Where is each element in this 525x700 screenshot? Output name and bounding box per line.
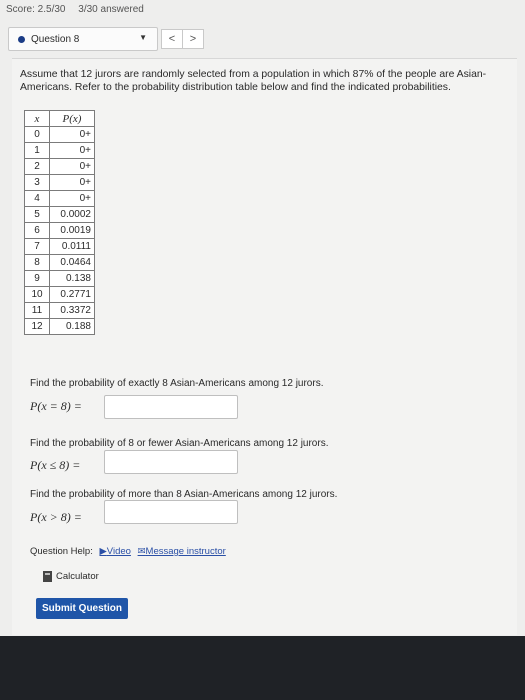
- answer-input-2[interactable]: [104, 450, 238, 474]
- answer-input-1[interactable]: [104, 395, 238, 419]
- calculator-icon: [43, 571, 52, 582]
- status-bar: Score: 2.5/30 3/30 answered: [6, 4, 154, 15]
- question-3-prompt: Find the probability of more than 8 Asia…: [30, 489, 338, 500]
- question-3-expression: P(x > 8) =: [30, 510, 82, 524]
- table-cell-px: 0+: [49, 190, 95, 207]
- previous-question-button[interactable]: <: [161, 29, 183, 49]
- table-row: 11 0.3372: [24, 302, 95, 319]
- table-cell-x: 9: [24, 270, 50, 287]
- table-cell-px: 0+: [49, 158, 95, 175]
- table-cell-px: 0.0019: [49, 222, 95, 239]
- table-cell-px: 0.0464: [49, 254, 95, 271]
- table-cell-px: 0.188: [49, 318, 95, 335]
- table-header-row: x P(x): [24, 110, 95, 127]
- table-row: 7 0.0111: [24, 238, 95, 255]
- table-header-x: x: [24, 110, 50, 127]
- table-cell-x: 1: [24, 142, 50, 159]
- question-label: Question 8: [31, 33, 80, 45]
- table-cell-x: 11: [24, 302, 50, 319]
- message-instructor-link[interactable]: ✉Message instructor: [138, 546, 226, 557]
- question-1-expression: P(x = 8) =: [30, 399, 82, 413]
- table-row: 10 0.2771: [24, 286, 95, 303]
- next-question-icon: >: [189, 33, 197, 45]
- table-cell-x: 7: [24, 238, 50, 255]
- table-cell-px: 0+: [49, 126, 95, 143]
- probability-table: x P(x) 0 0+ 1 0+ 2 0+ 3 0+ 4 0+ 5 0.0002 6 0.0019 7 0.0…: [24, 110, 95, 335]
- table-cell-x: 6: [24, 222, 50, 239]
- table-row: 0 0+: [24, 126, 95, 143]
- table-row: 1 0+: [24, 142, 95, 159]
- previous-question-icon: <: [168, 33, 176, 45]
- question-status-icon: [18, 35, 25, 43]
- video-link[interactable]: ▶Video: [99, 546, 130, 557]
- table-row: 4 0+: [24, 190, 95, 207]
- table-header-px: P(x): [49, 110, 95, 127]
- message-instructor-label: Message instructor: [145, 546, 226, 557]
- table-cell-px: 0.138: [49, 270, 95, 287]
- table-row: 5 0.0002: [24, 206, 95, 223]
- table-cell-px: 0+: [49, 142, 95, 159]
- table-cell-px: 0.0002: [49, 206, 95, 223]
- table-cell-px: 0.0111: [49, 238, 95, 255]
- table-cell-x: 3: [24, 174, 50, 191]
- next-question-button[interactable]: >: [182, 29, 204, 49]
- table-cell-x: 8: [24, 254, 50, 271]
- calculator-button[interactable]: Calculator: [43, 571, 99, 582]
- table-cell-x: 12: [24, 318, 50, 335]
- question-2-prompt: Find the probability of 8 or fewer Asian…: [30, 438, 329, 449]
- table-row: 3 0+: [24, 174, 95, 191]
- submit-question-button[interactable]: Submit Question: [36, 598, 128, 619]
- table-cell-x: 0: [24, 126, 50, 143]
- answered-text: 3/30 answered: [78, 4, 144, 15]
- video-link-label: Video: [106, 546, 131, 557]
- score-text: Score: 2.5/30: [6, 4, 66, 15]
- question-help: Question Help: ▶Video ✉Message instructo…: [30, 546, 226, 557]
- table-row: 8 0.0464: [24, 254, 95, 271]
- question-1-prompt: Find the probability of exactly 8 Asian-…: [30, 378, 324, 389]
- table-cell-px: 0.3372: [49, 302, 95, 319]
- table-row: 12 0.188: [24, 318, 95, 335]
- question-2-expression: P(x ≤ 8) =: [30, 458, 81, 472]
- calculator-label: Calculator: [56, 571, 99, 582]
- question-selector[interactable]: Question 8 ▼: [8, 27, 158, 51]
- table-cell-px: 0+: [49, 174, 95, 191]
- table-row: 2 0+: [24, 158, 95, 175]
- question-help-label: Question Help:: [30, 546, 93, 557]
- chevron-down-icon[interactable]: ▼: [139, 33, 147, 42]
- table-row: 6 0.0019: [24, 222, 95, 239]
- table-cell-x: 5: [24, 206, 50, 223]
- problem-text: Assume that 12 jurors are randomly selec…: [20, 69, 487, 93]
- table-cell-x: 10: [24, 286, 50, 303]
- page: Score: 2.5/30 3/30 answered Question 8 ▼…: [0, 0, 525, 636]
- table-cell-x: 2: [24, 158, 50, 175]
- table-cell-px: 0.2771: [49, 286, 95, 303]
- answer-input-3[interactable]: [104, 500, 238, 524]
- table-cell-x: 4: [24, 190, 50, 207]
- table-row: 9 0.138: [24, 270, 95, 287]
